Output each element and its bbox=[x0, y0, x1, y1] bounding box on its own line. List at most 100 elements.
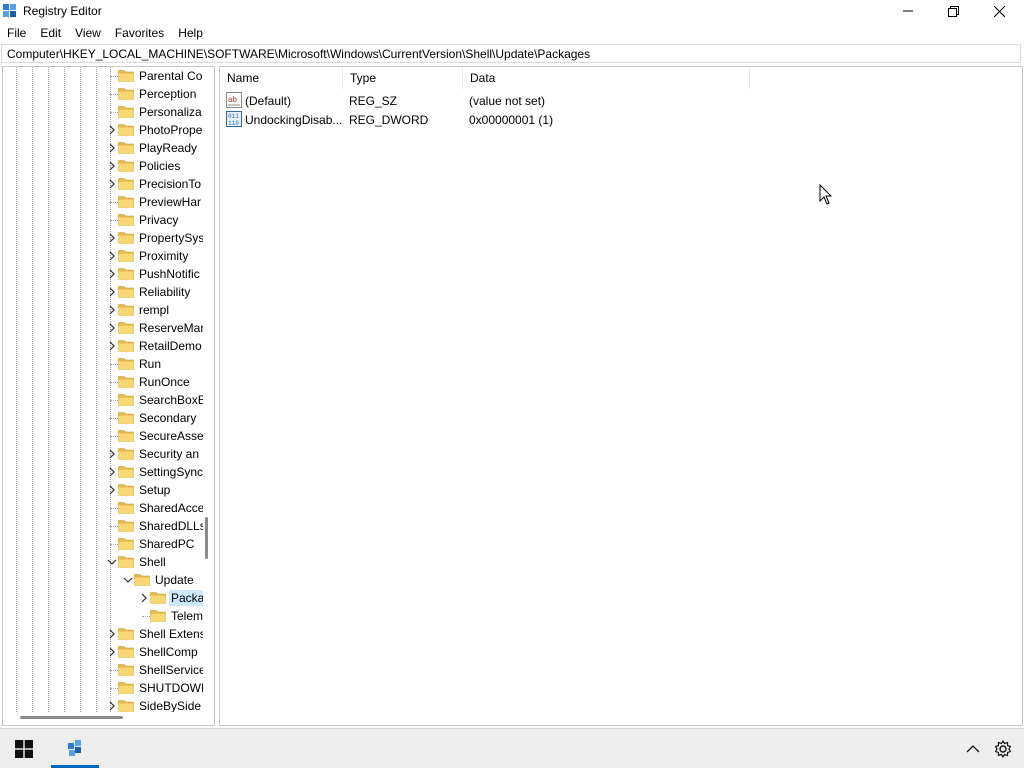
address-bar[interactable]: Computer\HKEY_LOCAL_MACHINE\SOFTWARE\Mic… bbox=[1, 44, 1021, 63]
menu-help[interactable]: Help bbox=[171, 23, 210, 43]
tree-item[interactable]: PrecisionTo bbox=[3, 175, 203, 193]
chevron-right-icon[interactable] bbox=[139, 593, 149, 603]
chevron-right-icon[interactable] bbox=[107, 269, 117, 279]
chevron-up-icon[interactable] bbox=[965, 741, 981, 757]
tree-item[interactable]: Shell bbox=[3, 553, 203, 571]
tree-item[interactable]: SecureAsse bbox=[3, 427, 203, 445]
chevron-right-icon[interactable] bbox=[107, 161, 117, 171]
tree-item[interactable]: Packa bbox=[3, 589, 203, 607]
folder-icon bbox=[118, 196, 134, 208]
column-header-type[interactable]: Type bbox=[343, 67, 463, 89]
tree-item[interactable]: Proximity bbox=[3, 247, 203, 265]
tree-item[interactable]: Parental Co bbox=[3, 67, 203, 85]
tree-item[interactable]: Shell Extens bbox=[3, 625, 203, 643]
tree-item[interactable]: Update bbox=[3, 571, 203, 589]
chevron-right-icon[interactable] bbox=[107, 647, 117, 657]
tree-item[interactable]: Reliability bbox=[3, 283, 203, 301]
tree-item[interactable]: Policies bbox=[3, 157, 203, 175]
tree-item[interactable]: RunOnce bbox=[3, 373, 203, 391]
minimize-button[interactable] bbox=[885, 0, 931, 22]
folder-icon bbox=[118, 70, 134, 82]
tree-item[interactable]: RetailDemo bbox=[3, 337, 203, 355]
tree-item[interactable]: PropertySys bbox=[3, 229, 203, 247]
restore-button[interactable] bbox=[930, 0, 976, 22]
menu-view[interactable]: View bbox=[68, 23, 108, 43]
tree-item[interactable]: ReserveMar bbox=[3, 319, 203, 337]
menu-file[interactable]: File bbox=[0, 23, 33, 43]
tree-item[interactable]: PreviewHar bbox=[3, 193, 203, 211]
folder-icon bbox=[118, 232, 134, 244]
column-header-name[interactable]: Name bbox=[220, 67, 343, 89]
chevron-right-icon[interactable] bbox=[107, 287, 117, 297]
chevron-right-icon[interactable] bbox=[107, 449, 117, 459]
tree-item[interactable]: PushNotific bbox=[3, 265, 203, 283]
folder-icon bbox=[118, 466, 134, 478]
chevron-right-icon[interactable] bbox=[107, 179, 117, 189]
tree-item-label: PlayReady bbox=[139, 141, 198, 155]
tree-item[interactable]: Perception bbox=[3, 85, 203, 103]
value-row[interactable]: ab (Default) REG_SZ (value not set) bbox=[220, 91, 1020, 110]
tree-item[interactable]: SharedPC bbox=[3, 535, 203, 553]
tree-item[interactable]: SharedAcce bbox=[3, 499, 203, 517]
value-row[interactable]: 011 110 UndockingDisab... REG_DWORD 0x00… bbox=[220, 110, 1020, 129]
tree-item[interactable]: Setup bbox=[3, 481, 203, 499]
tree-item[interactable]: SettingSync bbox=[3, 463, 203, 481]
values-pane[interactable]: Name Type Data ab (Default) REG_SZ (valu… bbox=[219, 66, 1023, 726]
tree-item[interactable]: SHUTDOWN bbox=[3, 679, 203, 697]
key-tree-pane[interactable]: Parental Co Perception Personaliza PhotoPro… bbox=[2, 66, 215, 726]
chevron-right-icon[interactable] bbox=[107, 629, 117, 639]
chevron-right-icon[interactable] bbox=[107, 125, 117, 135]
tree-item[interactable]: SearchBoxE bbox=[3, 391, 203, 409]
tree-item-label: PreviewHar bbox=[139, 195, 202, 209]
registry-editor-icon bbox=[3, 4, 16, 17]
tree-horizontal-scrollbar[interactable] bbox=[20, 716, 123, 719]
chevron-right-icon[interactable] bbox=[107, 251, 117, 261]
tree-item[interactable]: SideBySide bbox=[3, 697, 203, 712]
tree-item[interactable]: rempl bbox=[3, 301, 203, 319]
tree-item-label: Perception bbox=[139, 87, 197, 101]
menu-edit[interactable]: Edit bbox=[33, 23, 68, 43]
tree-item[interactable]: Personaliza bbox=[3, 103, 203, 121]
tree-item[interactable]: PhotoPrope bbox=[3, 121, 203, 139]
svg-text:011: 011 bbox=[228, 113, 239, 120]
tree-item[interactable]: Secondary bbox=[3, 409, 203, 427]
column-header-data[interactable]: Data bbox=[463, 67, 750, 89]
window-title: Registry Editor bbox=[23, 4, 102, 18]
tree-item[interactable]: Telem bbox=[3, 607, 203, 625]
tree-item-label: SideBySide bbox=[139, 699, 202, 712]
windows-start-icon[interactable] bbox=[15, 740, 33, 758]
chevron-right-icon[interactable] bbox=[107, 143, 117, 153]
tree-guide-line bbox=[110, 112, 118, 113]
tree-item[interactable]: SharedDLLs bbox=[3, 517, 203, 535]
tree-vertical-scrollbar[interactable] bbox=[205, 517, 208, 559]
chevron-right-icon[interactable] bbox=[107, 323, 117, 333]
tree-item[interactable]: Security an bbox=[3, 445, 203, 463]
tree-item-label: PushNotific bbox=[139, 267, 200, 281]
taskbar-registry-editor-button[interactable] bbox=[51, 729, 99, 768]
chevron-down-icon[interactable] bbox=[107, 557, 117, 567]
folder-icon bbox=[118, 394, 134, 406]
tree-item[interactable]: Privacy bbox=[3, 211, 203, 229]
tree-item[interactable]: ShellService bbox=[3, 661, 203, 679]
folder-icon bbox=[118, 358, 134, 370]
chevron-right-icon[interactable] bbox=[107, 467, 117, 477]
chevron-right-icon[interactable] bbox=[107, 341, 117, 351]
value-type: REG_SZ bbox=[349, 94, 398, 108]
chevron-right-icon[interactable] bbox=[107, 305, 117, 315]
chevron-down-icon[interactable] bbox=[123, 575, 133, 585]
folder-icon bbox=[134, 574, 150, 586]
close-button[interactable] bbox=[976, 0, 1022, 22]
chevron-right-icon[interactable] bbox=[107, 485, 117, 495]
tree-guide-line bbox=[110, 364, 118, 365]
tree-guide-line bbox=[110, 544, 118, 545]
tree-item[interactable]: PlayReady bbox=[3, 139, 203, 157]
tree-item-label: rempl bbox=[139, 303, 170, 317]
gear-icon[interactable] bbox=[993, 739, 1013, 759]
tree-item-label: Personaliza bbox=[139, 105, 202, 119]
mouse-pointer-icon bbox=[819, 184, 833, 205]
chevron-right-icon[interactable] bbox=[107, 701, 117, 711]
chevron-right-icon[interactable] bbox=[107, 233, 117, 243]
tree-item[interactable]: ShellComp bbox=[3, 643, 203, 661]
tree-item[interactable]: Run bbox=[3, 355, 203, 373]
menu-favorites[interactable]: Favorites bbox=[108, 23, 171, 43]
